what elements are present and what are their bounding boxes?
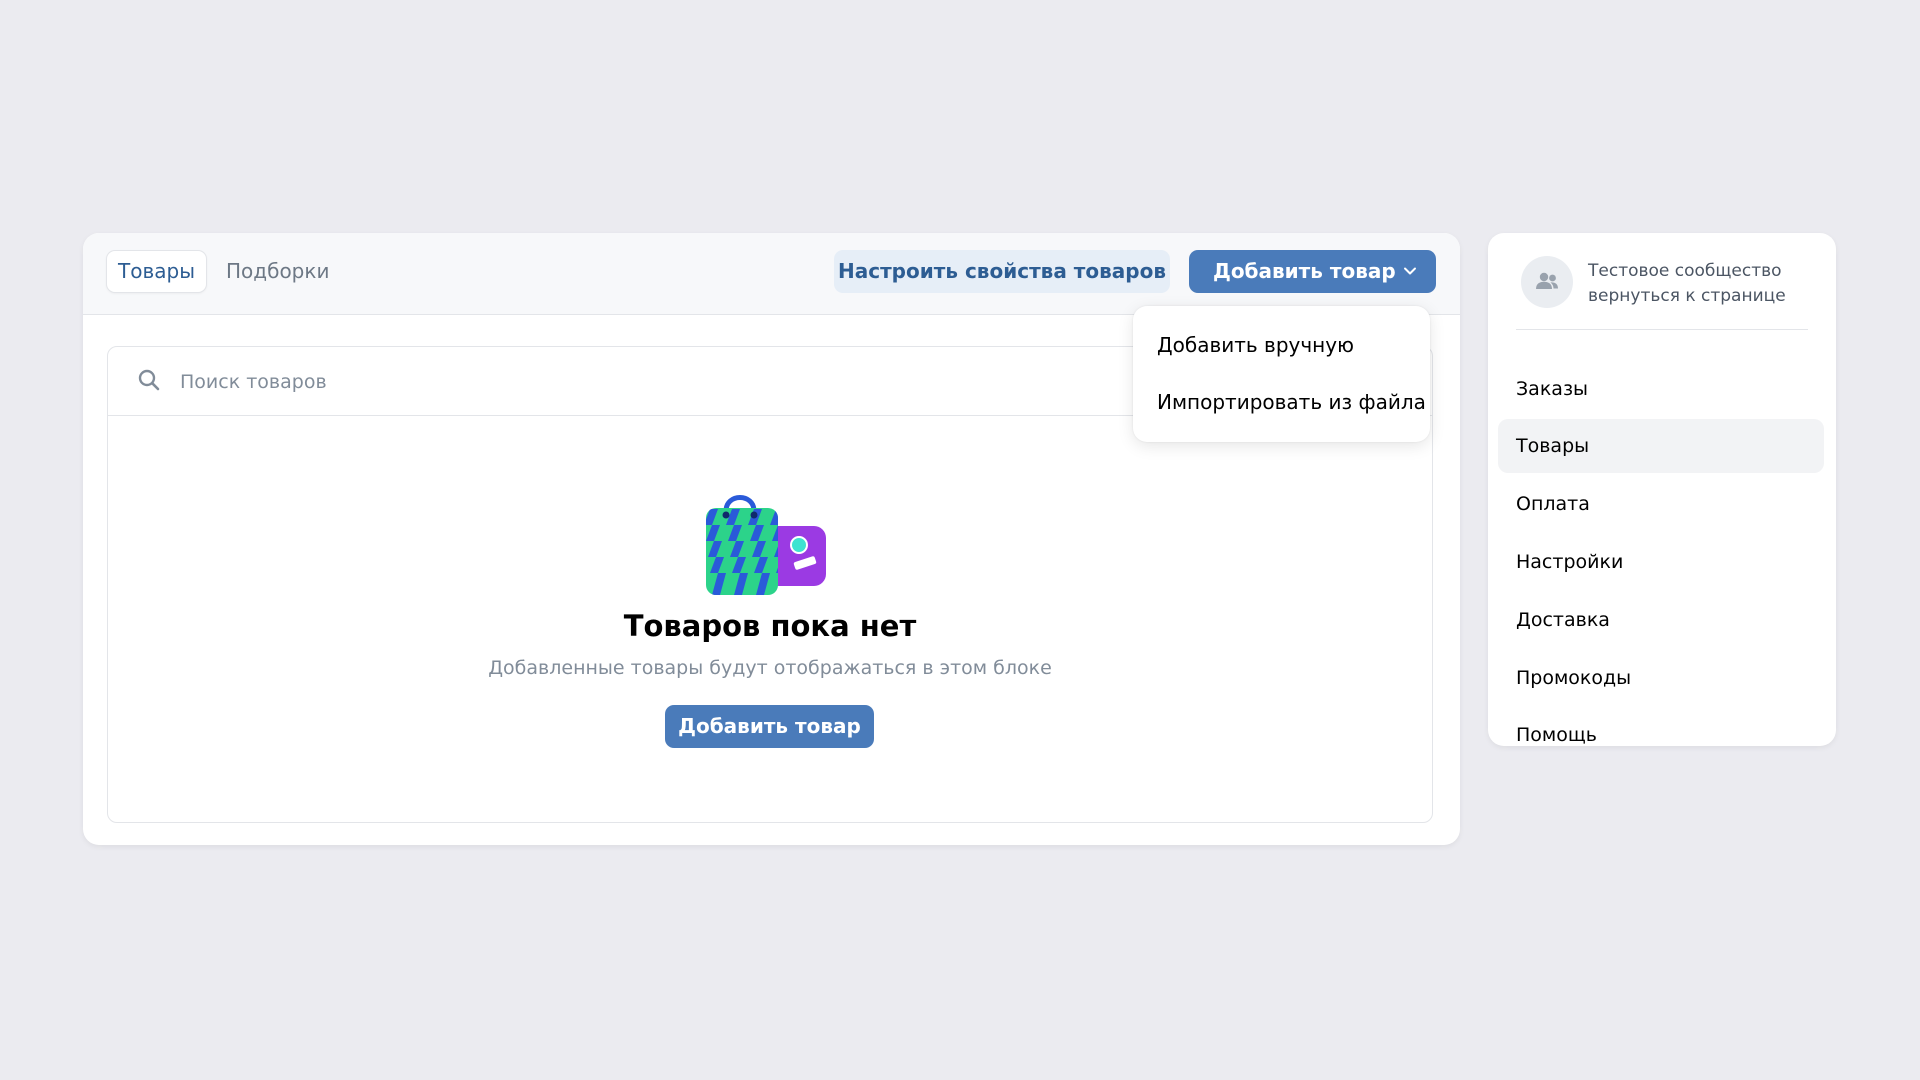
tab-collections[interactable]: Подборки (215, 251, 340, 292)
menu-item-add-manually[interactable]: Добавить вручную (1157, 333, 1354, 357)
sidebar-item-payment[interactable]: Оплата (1498, 477, 1824, 531)
chevron-down-icon (1404, 267, 1416, 275)
shopping-bag-icon (706, 495, 826, 595)
sidebar-item-orders[interactable]: Заказы (1498, 362, 1824, 416)
back-to-page-link[interactable]: вернуться к странице (1588, 286, 1786, 306)
empty-state-title: Товаров пока нет (623, 609, 917, 643)
add-product-dropdown-button[interactable]: Добавить товар (1189, 250, 1436, 293)
configure-properties-button[interactable]: Настроить свойства товаров (834, 250, 1170, 293)
sidebar-item-products[interactable]: Товары (1498, 419, 1824, 473)
sidebar-item-label: Помощь (1516, 724, 1597, 746)
community-name: Тестовое сообщество (1588, 261, 1782, 281)
sidebar-divider (1516, 329, 1808, 330)
sidebar-item-label: Товары (1516, 435, 1590, 457)
add-product-label: Добавить товар (1213, 259, 1396, 283)
sidebar-item-promocodes[interactable]: Промокоды (1498, 651, 1824, 705)
sidebar-item-label: Промокоды (1516, 667, 1632, 689)
sidebar-item-label: Оплата (1516, 493, 1590, 515)
sidebar-item-label: Доставка (1516, 609, 1610, 631)
empty-state-subtitle: Добавленные товары будут отображаться в … (488, 657, 1052, 679)
menu-item-import-file[interactable]: Импортировать из файла (1157, 390, 1426, 414)
sidebar-item-settings[interactable]: Настройки (1498, 535, 1824, 589)
sidebar-item-label: Заказы (1516, 378, 1589, 400)
sidebar-item-delivery[interactable]: Доставка (1498, 593, 1824, 647)
market-sidebar: Тестовое сообщество вернуться к странице… (1488, 233, 1836, 746)
tab-products[interactable]: Товары (107, 251, 206, 292)
products-header: Товары Подборки Настроить свойства товар… (83, 233, 1460, 315)
add-product-button[interactable]: Добавить товар (665, 705, 874, 748)
add-product-menu: Добавить вручную Импортировать из файла (1133, 306, 1430, 442)
search-icon (138, 369, 160, 391)
sidebar-item-help[interactable]: Помощь (1498, 708, 1824, 762)
sidebar-item-label: Настройки (1516, 551, 1624, 573)
search-input[interactable] (178, 361, 782, 403)
users-icon (1536, 272, 1558, 289)
community-avatar[interactable] (1521, 256, 1573, 308)
